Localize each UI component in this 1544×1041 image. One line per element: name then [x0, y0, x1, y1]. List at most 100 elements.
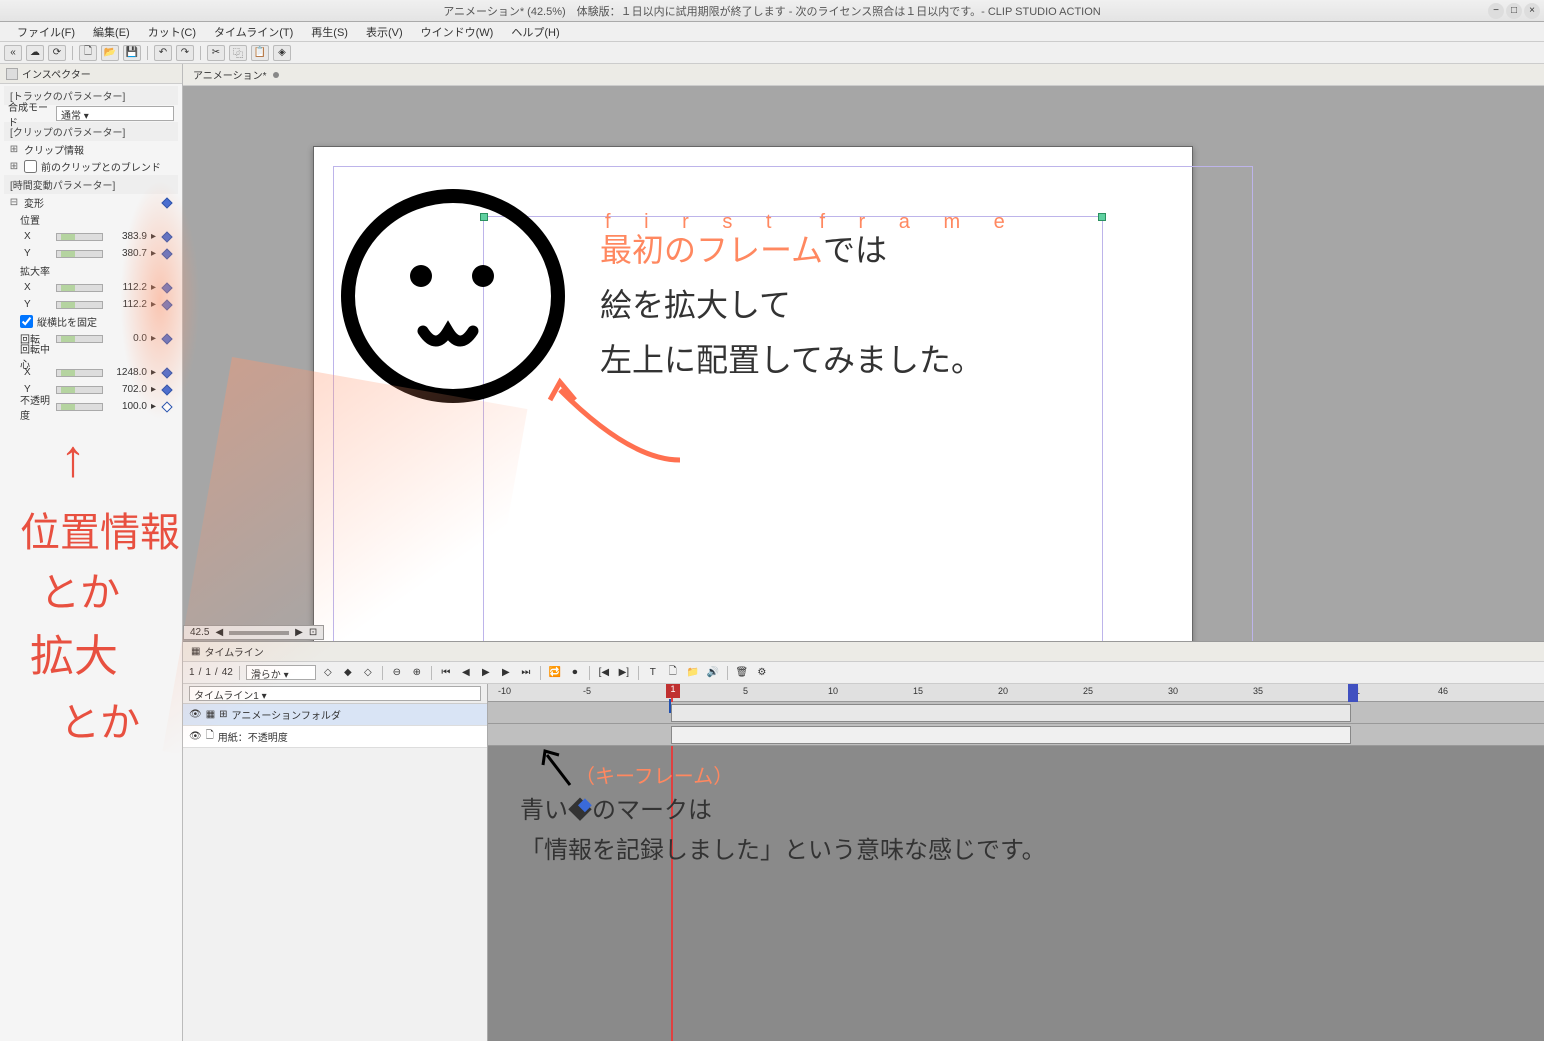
playhead-frame[interactable]: 1	[666, 684, 680, 698]
timeline-select[interactable]: タイムライン1 ▾	[189, 686, 481, 701]
tool-save-icon[interactable]: 💾	[123, 45, 141, 61]
interpolation-select[interactable]: 滑らか ▾	[246, 665, 316, 680]
close-button[interactable]: ×	[1524, 3, 1540, 19]
maximize-button[interactable]: □	[1506, 3, 1522, 19]
menu-window[interactable]: ウインドウ(W)	[412, 24, 503, 40]
scale-y-value[interactable]: 112.2	[107, 299, 147, 310]
track-paper[interactable]: 👁 🗋 用紙：不透明度	[183, 726, 487, 748]
tool-new-icon[interactable]: 🗋	[79, 45, 97, 61]
zoom-fit-icon[interactable]: ⊡	[309, 627, 317, 638]
loop-icon[interactable]: 🔁	[547, 665, 563, 681]
keyframe-icon[interactable]	[160, 281, 174, 295]
annotation-arrow-icon: ↑	[60, 430, 86, 489]
menu-timeline[interactable]: タイムライン(T)	[205, 24, 302, 40]
expand-icon[interactable]: ⊞	[8, 161, 20, 172]
bracket-in-icon[interactable]: [◀	[596, 665, 612, 681]
center-x-value[interactable]: 1248.0	[107, 367, 147, 378]
tool-cloud-icon[interactable]: ☁	[26, 45, 44, 61]
tool-copy-icon[interactable]: ⿻	[229, 45, 247, 61]
trash-icon[interactable]: 🗑	[734, 665, 750, 681]
track-animation-folder[interactable]: 👁 ▦ ⊞ アニメーションフォルダ	[183, 704, 487, 726]
new-clip-icon[interactable]: 🗋	[665, 665, 681, 681]
resize-handle[interactable]	[1098, 213, 1106, 221]
go-start-icon[interactable]: ⏮	[438, 665, 454, 681]
end-frame[interactable]: 42	[222, 667, 233, 678]
menu-edit[interactable]: 編集(E)	[84, 24, 139, 40]
keyframe-icon[interactable]	[160, 196, 174, 210]
tool-paste-icon[interactable]: 📋	[251, 45, 269, 61]
scale-x-value[interactable]: 112.2	[107, 282, 147, 293]
bracket-out-icon[interactable]: ▶]	[616, 665, 632, 681]
pos-y-value[interactable]: 380.7	[107, 248, 147, 259]
expand-icon[interactable]: ⊞	[8, 144, 20, 155]
lock-ratio-checkbox[interactable]	[20, 315, 33, 328]
keyframe-icon[interactable]	[160, 230, 174, 244]
play-icon[interactable]: ▶	[478, 665, 494, 681]
scale-y-slider[interactable]	[56, 301, 103, 309]
menu-play[interactable]: 再生(S)	[302, 24, 357, 40]
step-fwd-icon[interactable]: ▶	[498, 665, 514, 681]
inspector-tab[interactable]: インスペクター	[0, 64, 182, 84]
zoom-in-icon[interactable]: ▶	[295, 627, 303, 638]
zoom-slider[interactable]	[229, 631, 289, 635]
tool-redo-icon[interactable]: ↷	[176, 45, 194, 61]
keyframe-icon[interactable]	[160, 332, 174, 346]
rotation-slider[interactable]	[56, 335, 103, 343]
stepper-icon[interactable]: ▸	[151, 248, 156, 259]
menu-view[interactable]: 表示(V)	[357, 24, 412, 40]
timeline-ruler[interactable]: -10 -5 1 5 10 15 20 25 30 35 41 46	[488, 684, 1544, 702]
center-y-value[interactable]: 702.0	[107, 384, 147, 395]
prev-blend-checkbox[interactable]	[24, 160, 37, 173]
compose-mode-select[interactable]: 通常 ▾	[56, 106, 174, 121]
menu-help[interactable]: ヘルプ(H)	[502, 24, 568, 40]
zoom-value[interactable]: 42.5	[190, 627, 209, 638]
go-end-icon[interactable]: ⏭	[518, 665, 534, 681]
tool-clip-icon[interactable]: ◈	[273, 45, 291, 61]
keyframe-icon[interactable]	[160, 366, 174, 380]
step-back-icon[interactable]: ◀	[458, 665, 474, 681]
settings-icon[interactable]: ⚙	[754, 665, 770, 681]
timeline-tab[interactable]: ▦ タイムライン	[183, 642, 1544, 662]
collapse-icon[interactable]: ⊟	[8, 197, 20, 208]
pos-x-slider[interactable]	[56, 233, 103, 241]
zoom-out-icon[interactable]: ◀	[215, 627, 223, 638]
zoom-in-icon[interactable]: ⊕	[409, 665, 425, 681]
tool-undo-icon[interactable]: ↶	[154, 45, 172, 61]
sound-icon[interactable]: 🔊	[705, 665, 721, 681]
annotation-text: （キーフレーム）	[575, 760, 733, 789]
timeline-clip[interactable]	[671, 726, 1351, 744]
end-marker[interactable]	[1348, 684, 1358, 702]
tool-back-icon[interactable]: «	[4, 45, 22, 61]
pos-y-slider[interactable]	[56, 250, 103, 258]
folder-icon[interactable]: 📁	[685, 665, 701, 681]
tool-sync-icon[interactable]: ⟳	[48, 45, 66, 61]
keyframe-prev-icon[interactable]: ◇	[320, 665, 336, 681]
zoom-out-icon[interactable]: ⊖	[389, 665, 405, 681]
menu-cut[interactable]: カット(C)	[139, 24, 205, 40]
timeline-clip[interactable]	[671, 704, 1351, 722]
visibility-icon[interactable]: 👁	[189, 709, 202, 720]
tool-cut-icon[interactable]: ✂	[207, 45, 225, 61]
opacity-value[interactable]: 100.0	[107, 401, 147, 412]
visibility-icon[interactable]: 👁	[189, 731, 202, 742]
minimize-button[interactable]: −	[1488, 3, 1504, 19]
document-tab[interactable]: アニメーション*	[183, 64, 1544, 86]
center-y-slider[interactable]	[56, 386, 103, 394]
tool-open-icon[interactable]: 📂	[101, 45, 119, 61]
text-icon[interactable]: T	[645, 665, 661, 681]
pos-x-value[interactable]: 383.9	[107, 231, 147, 242]
keyframe-icon[interactable]	[160, 400, 174, 414]
keyframe-marker-icon[interactable]	[669, 700, 671, 712]
clip-info-label[interactable]: クリップ情報	[24, 142, 84, 157]
center-x-slider[interactable]	[56, 369, 103, 377]
rotation-value[interactable]: 0.0	[107, 333, 147, 344]
expand-icon[interactable]: ⊞	[219, 709, 227, 720]
keyframe-next-icon[interactable]: ◇	[360, 665, 376, 681]
current-frame[interactable]: 1	[189, 667, 195, 678]
menu-file[interactable]: ファイル(F)	[8, 24, 84, 40]
opacity-slider[interactable]	[56, 403, 103, 411]
stepper-icon[interactable]: ▸	[151, 231, 156, 242]
record-icon[interactable]: ⏺	[567, 665, 583, 681]
keyframe-add-icon[interactable]: ◆	[340, 665, 356, 681]
scale-x-slider[interactable]	[56, 284, 103, 292]
